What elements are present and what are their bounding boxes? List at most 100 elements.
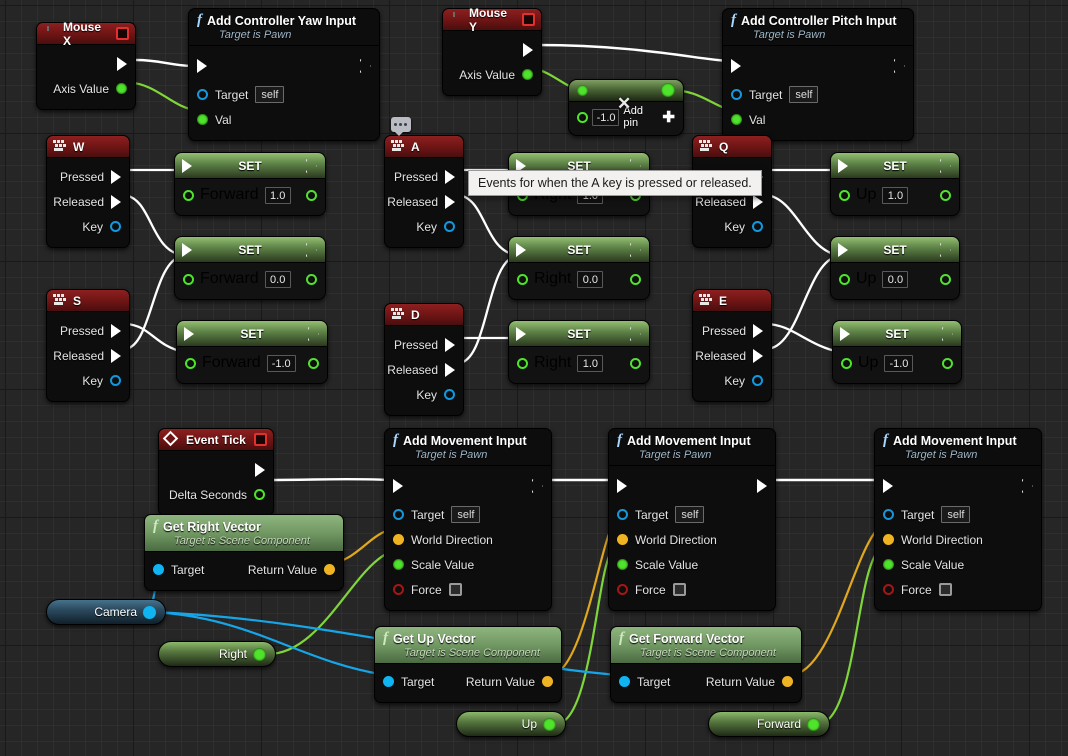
val-pin[interactable] [197, 114, 208, 125]
variable-output-pin[interactable] [543, 717, 556, 731]
exec-input-pin[interactable] [182, 159, 192, 173]
target-pin[interactable] [393, 509, 404, 520]
set-node-up-1[interactable]: SET Up 1.0 [830, 152, 960, 216]
force-checkbox[interactable] [448, 583, 462, 596]
exec-output-pin[interactable] [255, 462, 265, 477]
variable-input-pin[interactable] [517, 273, 528, 285]
target-self-value[interactable]: self [789, 86, 819, 103]
exec-output-pin[interactable] [532, 479, 543, 493]
pressed-exec-pin[interactable] [111, 169, 121, 184]
exec-input-pin[interactable] [516, 243, 526, 257]
variable-node-right[interactable]: Right [158, 641, 276, 667]
add-pin-icon[interactable]: ✚ [662, 110, 675, 125]
variable-value[interactable]: -1.0 [884, 354, 914, 372]
pressed-exec-pin[interactable] [445, 169, 455, 184]
delegate-pin-icon[interactable] [254, 433, 267, 446]
event-node-key-s[interactable]: S Pressed Released Key [46, 289, 130, 402]
force-pin[interactable] [393, 584, 404, 595]
set-node-right-0[interactable]: SET Right 0.0 [508, 236, 650, 300]
return-value-pin[interactable] [782, 676, 793, 687]
target-pin[interactable] [731, 89, 742, 100]
pressed-exec-pin[interactable] [111, 323, 121, 338]
world-direction-pin[interactable] [393, 534, 404, 545]
variable-output-pin[interactable] [940, 189, 951, 201]
variable-output-pin[interactable] [940, 273, 951, 285]
exec-output-pin[interactable] [630, 243, 641, 257]
released-exec-pin[interactable] [753, 194, 763, 209]
key-pin[interactable] [752, 221, 763, 232]
exec-input-pin[interactable] [197, 59, 207, 73]
variable-output-pin[interactable] [942, 357, 953, 369]
exec-output-pin[interactable] [360, 59, 371, 73]
exec-output-pin[interactable] [1022, 479, 1033, 493]
pure-node-get-up-vector[interactable]: f Get Up Vector Target is Scene Componen… [374, 626, 562, 703]
key-pin[interactable] [444, 389, 455, 400]
world-direction-pin[interactable] [617, 534, 628, 545]
exec-output-pin[interactable] [306, 159, 317, 173]
variable-node-up[interactable]: Up [456, 711, 566, 737]
pure-node-get-forward-vector[interactable]: f Get Forward Vector Target is Scene Com… [610, 626, 802, 703]
math-input-pin-b[interactable] [577, 111, 588, 123]
exec-output-pin[interactable] [942, 327, 953, 341]
force-checkbox[interactable] [672, 583, 686, 596]
exec-output-pin[interactable] [117, 56, 127, 71]
exec-output-pin[interactable] [308, 327, 319, 341]
variable-value[interactable]: -1.0 [266, 354, 296, 372]
released-exec-pin[interactable] [111, 348, 121, 363]
target-pin[interactable] [153, 564, 164, 575]
math-output-pin[interactable] [661, 83, 675, 97]
variable-value[interactable]: 0.0 [577, 270, 604, 288]
function-node-add-movement-input-1[interactable]: f Add Movement Input Target is Pawn Targ… [384, 428, 552, 611]
exec-input-pin[interactable] [393, 479, 403, 493]
released-exec-pin[interactable] [445, 362, 455, 377]
target-pin[interactable] [197, 89, 208, 100]
released-exec-pin[interactable] [111, 194, 121, 209]
axis-value-pin[interactable] [116, 83, 127, 94]
delegate-pin-icon[interactable] [522, 13, 535, 26]
pure-node-get-right-vector[interactable]: f Get Right Vector Target is Scene Compo… [144, 514, 344, 591]
target-pin[interactable] [883, 509, 894, 520]
variable-output-pin[interactable] [306, 273, 317, 285]
force-pin[interactable] [883, 584, 894, 595]
exec-input-pin[interactable] [184, 327, 194, 341]
math-input-value[interactable]: -1.0 [591, 108, 620, 126]
variable-input-pin[interactable] [517, 357, 528, 369]
add-pin-label[interactable]: Add pin [623, 105, 658, 129]
variable-node-camera[interactable]: Camera [46, 599, 166, 625]
variable-output-pin[interactable] [253, 647, 266, 661]
return-value-pin[interactable] [324, 564, 335, 575]
math-input-pin-a[interactable] [577, 85, 588, 96]
variable-value[interactable]: 0.0 [882, 270, 909, 288]
key-pin[interactable] [444, 221, 455, 232]
variable-input-pin[interactable] [839, 273, 850, 285]
set-node-up-minus-1[interactable]: SET Up -1.0 [832, 320, 962, 384]
variable-input-pin[interactable] [841, 357, 852, 369]
released-exec-pin[interactable] [445, 194, 455, 209]
target-pin[interactable] [383, 676, 394, 687]
exec-input-pin[interactable] [617, 479, 627, 493]
target-self-value[interactable]: self [255, 86, 285, 103]
return-value-pin[interactable] [542, 676, 553, 687]
variable-input-pin[interactable] [185, 357, 196, 369]
variable-input-pin[interactable] [839, 189, 850, 201]
set-node-forward-1[interactable]: SET Forward 1.0 [174, 152, 326, 216]
variable-input-pin[interactable] [183, 189, 194, 201]
val-pin[interactable] [731, 114, 742, 125]
variable-value[interactable]: 1.0 [577, 354, 604, 372]
released-exec-pin[interactable] [753, 348, 763, 363]
comment-bubble-icon[interactable] [391, 117, 411, 136]
target-pin[interactable] [617, 509, 628, 520]
blueprint-event-graph[interactable]: Mouse X Axis Value f Add Controller Yaw … [0, 0, 1068, 756]
variable-node-forward[interactable]: Forward [708, 711, 830, 737]
math-node-multiply[interactable]: -1.0 Add pin ✚ [568, 79, 684, 136]
exec-input-pin[interactable] [182, 243, 192, 257]
variable-output-pin[interactable] [143, 605, 156, 619]
variable-output-pin[interactable] [306, 189, 317, 201]
key-pin[interactable] [110, 375, 121, 386]
variable-input-pin[interactable] [183, 273, 194, 285]
variable-output-pin[interactable] [807, 717, 820, 731]
delta-seconds-pin[interactable] [254, 489, 265, 500]
exec-output-pin[interactable] [894, 59, 905, 73]
key-pin[interactable] [110, 221, 121, 232]
exec-input-pin[interactable] [838, 243, 848, 257]
